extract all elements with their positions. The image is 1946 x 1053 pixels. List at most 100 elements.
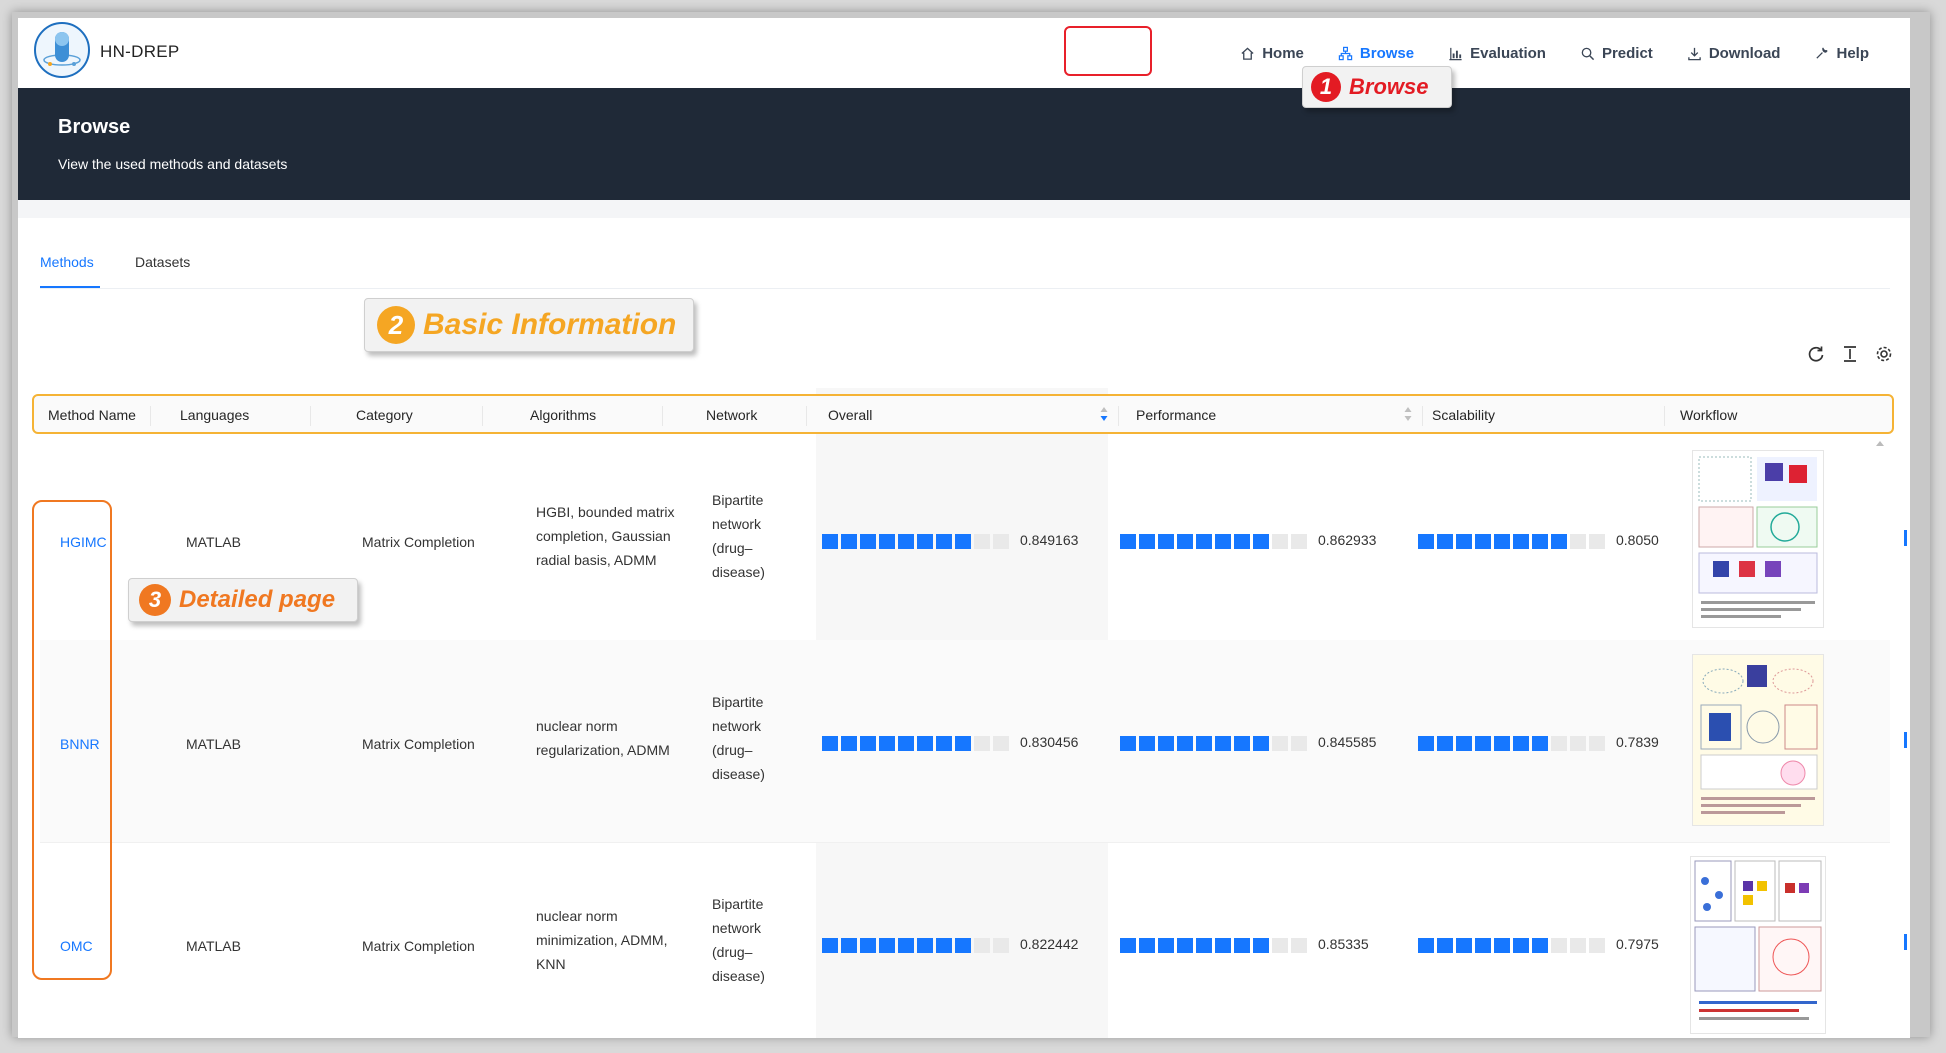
progress-segment xyxy=(1272,736,1288,751)
network-cell: Bipartite network (drug– disease) xyxy=(712,690,765,786)
sort-icon[interactable] xyxy=(1404,406,1412,422)
progress-segment xyxy=(1120,534,1136,549)
algorithms-line: completion, Gaussian xyxy=(536,528,671,544)
progress-segment xyxy=(1418,534,1434,549)
col-algorithms[interactable]: Algorithms xyxy=(530,407,596,423)
app-logo[interactable] xyxy=(34,22,90,78)
progress-segment xyxy=(841,534,857,549)
column-divider xyxy=(1664,406,1665,426)
col-languages[interactable]: Languages xyxy=(180,407,249,423)
scalability-progress-bar xyxy=(1418,534,1605,549)
progress-segment xyxy=(822,534,838,549)
column-divider xyxy=(1422,406,1423,426)
progress-segment xyxy=(1551,534,1567,549)
progress-segment xyxy=(1139,534,1155,549)
tab-datasets[interactable]: Datasets xyxy=(135,254,190,270)
progress-segment xyxy=(1196,534,1212,549)
category-cell: Matrix Completion xyxy=(362,938,475,954)
progress-segment xyxy=(1120,938,1136,953)
scalability-progress-bar xyxy=(1418,736,1605,751)
table-row[interactable]: OMC MATLAB Matrix Completion nuclear nor… xyxy=(40,842,1907,1038)
callout-text: Browse xyxy=(1349,74,1429,99)
progress-segment xyxy=(1177,736,1193,751)
callout-number: 3 xyxy=(139,584,171,616)
progress-segment xyxy=(841,938,857,953)
progress-segment xyxy=(1291,736,1307,751)
progress-segment xyxy=(917,938,933,953)
table-scrollbar[interactable] xyxy=(1874,438,1886,1038)
workflow-thumbnail[interactable] xyxy=(1692,450,1824,628)
active-tab-indicator xyxy=(40,286,100,288)
nav-label: Browse xyxy=(1359,44,1415,62)
performance-progress-bar xyxy=(1120,534,1307,549)
progress-segment xyxy=(1234,534,1250,549)
tool-icon xyxy=(1816,47,1829,59)
column-divider xyxy=(150,406,151,426)
network-line: Bipartite xyxy=(712,694,764,710)
col-scalability[interactable]: Scalability xyxy=(1432,407,1495,423)
progress-segment xyxy=(1196,736,1212,751)
callout-text: Detailed page xyxy=(179,586,336,613)
table-row[interactable]: BNNR MATLAB Matrix Completion nuclear no… xyxy=(40,640,1907,843)
nav-label: Download xyxy=(1708,44,1781,62)
network-line: disease) xyxy=(712,766,765,782)
col-network[interactable]: Network xyxy=(706,407,757,423)
column-divider xyxy=(806,406,807,426)
progress-segment xyxy=(1253,938,1269,953)
progress-segment xyxy=(936,938,952,953)
progress-segment xyxy=(879,938,895,953)
reload-icon[interactable] xyxy=(1806,344,1826,364)
overall-value: 0.822442 xyxy=(1020,936,1079,952)
progress-segment xyxy=(936,736,952,751)
progress-segment xyxy=(1253,736,1269,751)
download-icon xyxy=(1688,47,1701,60)
progress-segment xyxy=(1532,534,1548,549)
app-window: HN-DREP Home Browse Evaluation Predict D xyxy=(18,18,1910,1038)
sitemap-icon xyxy=(1338,46,1353,60)
col-workflow[interactable]: Workflow xyxy=(1680,407,1737,423)
network-line: disease) xyxy=(712,968,765,984)
capsule-logo-icon xyxy=(43,32,81,66)
col-performance[interactable]: Performance xyxy=(1136,407,1216,423)
progress-segment xyxy=(1456,938,1472,953)
workflow-thumbnail[interactable] xyxy=(1692,654,1824,826)
workflow-thumbnail[interactable] xyxy=(1690,856,1826,1034)
callout-number: 2 xyxy=(377,306,415,344)
overall-value: 0.830456 xyxy=(1020,734,1079,750)
progress-segment xyxy=(1551,938,1567,953)
progress-segment xyxy=(1158,938,1174,953)
scroll-indicator xyxy=(1904,934,1907,950)
bar-chart-icon xyxy=(1449,47,1462,60)
progress-segment xyxy=(860,736,876,751)
progress-segment xyxy=(822,938,838,953)
nav-predict[interactable]: Predict xyxy=(1563,18,1670,88)
progress-segment xyxy=(1234,736,1250,751)
algorithms-line: nuclear norm xyxy=(536,908,618,924)
col-category[interactable]: Category xyxy=(356,407,413,423)
nav-download[interactable]: Download xyxy=(1670,18,1798,88)
col-overall[interactable]: Overall xyxy=(828,407,872,423)
progress-segment xyxy=(860,534,876,549)
algorithms-line: nuclear norm xyxy=(536,718,618,734)
progress-segment xyxy=(1418,938,1434,953)
app-brand[interactable]: HN-DREP xyxy=(100,42,180,62)
col-method-name[interactable]: Method Name xyxy=(48,407,136,423)
progress-segment xyxy=(1589,736,1605,751)
nav-label: Predict xyxy=(1601,44,1653,62)
language-cell: MATLAB xyxy=(186,736,241,752)
network-line: disease) xyxy=(712,564,765,580)
progress-segment xyxy=(898,938,914,953)
settings-icon[interactable] xyxy=(1874,344,1894,364)
scroll-indicator xyxy=(1904,732,1907,748)
search-icon xyxy=(1581,47,1595,60)
nav-help[interactable]: Help xyxy=(1797,18,1886,88)
sort-icon[interactable] xyxy=(1100,406,1108,422)
tab-methods[interactable]: Methods xyxy=(40,254,94,270)
progress-segment xyxy=(879,534,895,549)
algorithms-line: regularization, ADMM xyxy=(536,742,670,758)
overall-progress-bar xyxy=(822,534,1009,549)
header-spacer xyxy=(18,200,1910,218)
progress-segment xyxy=(1532,736,1548,751)
nav-label: Help xyxy=(1836,44,1869,62)
density-icon[interactable] xyxy=(1840,344,1860,364)
